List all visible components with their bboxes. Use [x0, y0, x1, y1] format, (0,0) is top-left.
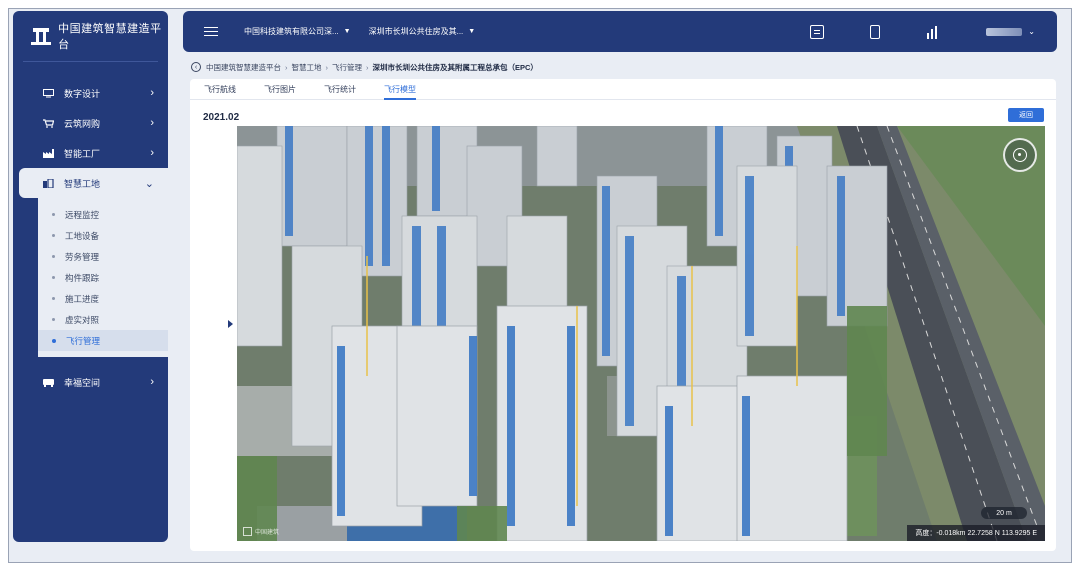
tab-bar: 飞行航线 飞行图片 飞行统计 飞行模型	[190, 79, 1056, 100]
submenu: 远程监控 工地设备 劳务管理 构件跟踪 施工进度 虚实对照 飞行管理	[38, 198, 168, 357]
sidebar-menu: 数字设计 › 云筑网购 › 智能工厂 › 智慧工地 ⌄ 远程监控 工地设备 劳务…	[13, 78, 168, 397]
breadcrumb-item[interactable]: 智慧工地	[292, 62, 322, 73]
back-button[interactable]: 返回	[1008, 108, 1044, 122]
sidebar-item-label: 云筑网购	[64, 118, 101, 129]
org-select[interactable]: 中国科技建筑有限公司深... ▼	[244, 26, 351, 37]
watermark-text: 中国建筑	[255, 530, 280, 536]
sidebar-item-label: 数字设计	[64, 88, 101, 99]
bullet-icon	[52, 234, 55, 237]
submenu-item[interactable]: 构件跟踪	[38, 267, 168, 288]
watermark: 中国建筑	[243, 527, 279, 536]
cart-icon	[43, 118, 55, 128]
map-scale: 20 m	[981, 507, 1027, 519]
document-icon[interactable]	[810, 24, 825, 39]
submenu-item[interactable]: 虚实对照	[38, 309, 168, 330]
sidebar-item-smart-site[interactable]: 智慧工地 ⌄	[19, 168, 168, 198]
tab-flight-model[interactable]: 飞行模型	[384, 79, 416, 100]
sidebar: 中国建筑智慧建造平台 数字设计 › 云筑网购 › 智能工厂 › 智慧工地 ⌄ 远…	[13, 11, 168, 542]
top-bar: 中国科技建筑有限公司深... ▼ 深圳市长圳公共住房及其... ▼ ⌄	[183, 11, 1057, 52]
breadcrumb-item[interactable]: 飞行管理	[332, 62, 362, 73]
breadcrumb-separator: ›	[325, 62, 329, 72]
compass-icon[interactable]	[1003, 138, 1037, 172]
submenu-item[interactable]: 劳务管理	[38, 246, 168, 267]
coordinates-readout: 高度：-0.018km 22.7258 N 113.9295 E	[907, 525, 1045, 541]
bullet-icon	[52, 213, 55, 216]
breadcrumb-separator: ›	[285, 62, 288, 72]
divider	[23, 61, 158, 62]
date-label: 2021.02	[203, 112, 240, 123]
submenu-item[interactable]: 工地设备	[38, 225, 168, 246]
sidebar-item-label: 智慧工地	[64, 178, 101, 189]
aerial-3d-model-view[interactable]: 20 m 高度：-0.018km 22.7258 N 113.9295 E 中国…	[237, 126, 1045, 541]
caret-down-icon: ▼	[468, 28, 476, 35]
sidebar-item-design[interactable]: 数字设计 ›	[13, 78, 168, 108]
submenu-item-label: 工地设备	[65, 230, 100, 241]
submenu-item[interactable]: 施工进度	[38, 288, 168, 309]
sidebar-item-label: 智能工厂	[64, 148, 101, 159]
submenu-item-label: 施工进度	[65, 293, 100, 304]
org-select-value: 中国科技建筑有限公司深...	[244, 27, 339, 36]
user-avatar[interactable]	[986, 27, 1023, 36]
chart-icon[interactable]	[926, 25, 940, 39]
sidebar-item-label: 幸福空间	[64, 377, 101, 388]
bullet-icon	[52, 255, 55, 258]
chevron-down-icon: ⌄	[144, 177, 154, 190]
project-select-value: 深圳市长圳公共住房及其...	[368, 27, 464, 36]
content-card: 飞行航线 飞行图片 飞行统计 飞行模型 2021.02 返回 20 m 高度：-…	[190, 79, 1056, 551]
submenu-item-label: 虚实对照	[65, 314, 100, 325]
chevron-right-icon: ›	[150, 117, 154, 129]
screen-icon	[43, 88, 54, 98]
brand-name: 中国建筑智慧建造平台	[58, 23, 162, 51]
chevron-right-icon: ›	[150, 147, 154, 159]
submenu-item-label: 劳务管理	[65, 251, 100, 262]
home-icon	[43, 378, 54, 387]
breadcrumb-item[interactable]: 中国建筑智慧建造平台	[206, 62, 281, 73]
breadcrumb-separator: ›	[366, 62, 369, 72]
submenu-item[interactable]: 远程监控	[38, 204, 168, 225]
bullet-icon	[52, 297, 55, 300]
bullet-icon	[52, 338, 56, 343]
tab-flight-images[interactable]: 飞行图片	[264, 79, 296, 100]
sidebar-item-shop[interactable]: 云筑网购 ›	[13, 108, 168, 138]
breadcrumb-current: 深圳市长圳公共住房及其附属工程总承包（EPC）	[372, 62, 538, 72]
watermark-logo-icon	[243, 527, 252, 536]
breadcrumb: ‹ 中国建筑智慧建造平台 › 智慧工地 › 飞行管理 › 深圳市长圳公共住房及其…	[191, 60, 538, 74]
factory-icon	[43, 148, 54, 158]
chevron-right-icon: ›	[150, 376, 154, 388]
phone-icon[interactable]	[870, 24, 881, 39]
project-select[interactable]: 深圳市长圳公共住房及其... ▼	[369, 26, 476, 37]
chevron-right-icon: ›	[150, 87, 154, 99]
aerial-image	[237, 126, 1045, 541]
submenu-item-label: 构件跟踪	[65, 272, 100, 283]
bullet-icon	[52, 276, 55, 279]
expand-panel-icon[interactable]	[228, 320, 233, 328]
tab-flight-route[interactable]: 飞行航线	[204, 79, 236, 100]
site-icon	[43, 177, 54, 189]
back-icon[interactable]: ‹	[191, 62, 201, 72]
submenu-item-label: 远程监控	[65, 209, 100, 220]
tab-flight-stats[interactable]: 飞行统计	[324, 79, 356, 100]
chevron-down-icon[interactable]: ⌄	[1028, 27, 1035, 36]
menu-toggle-icon[interactable]	[204, 26, 218, 37]
caret-down-icon: ▼	[343, 28, 351, 35]
sidebar-item-living-space[interactable]: 幸福空间 ›	[13, 367, 168, 397]
brand[interactable]: 中国建筑智慧建造平台	[13, 11, 168, 61]
submenu-item-label: 飞行管理	[66, 335, 101, 346]
bullet-icon	[52, 318, 55, 321]
sidebar-item-factory[interactable]: 智能工厂 ›	[13, 138, 168, 168]
submenu-item-flight-management[interactable]: 飞行管理	[38, 330, 168, 351]
brand-logo-icon	[31, 26, 51, 46]
